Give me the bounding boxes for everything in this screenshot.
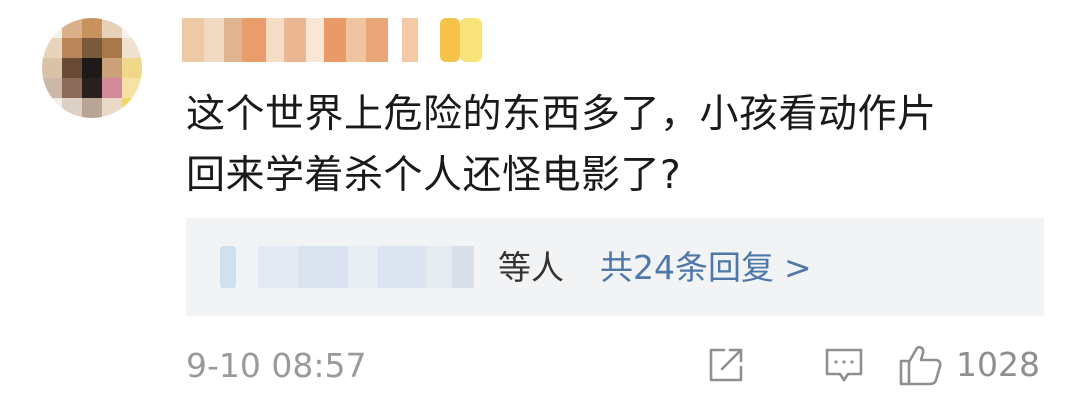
chevron-right-icon: > xyxy=(784,248,812,287)
view-replies-label: 共24条回复 xyxy=(600,248,774,287)
reply-usernames-blurred xyxy=(220,246,490,288)
like-count: 1028 xyxy=(956,345,1040,384)
share-button[interactable] xyxy=(706,340,746,390)
comment-text-line: 回来学着杀个人还怪电影了? xyxy=(186,153,682,198)
view-replies-link[interactable]: 共24条回复 > xyxy=(600,244,812,292)
reply-preview[interactable]: 等人 共24条回复 > xyxy=(186,218,1044,316)
comment-icon xyxy=(825,348,863,382)
share-icon xyxy=(709,348,743,382)
timestamp: 9-10 08:57 xyxy=(186,346,367,385)
thumbs-up-icon xyxy=(899,345,942,386)
username-blurred[interactable] xyxy=(182,18,482,62)
comment-button[interactable] xyxy=(824,340,864,390)
comment-text-line: 这个世界上危险的东西多了，小孩看动作片 xyxy=(186,92,937,137)
avatar[interactable] xyxy=(42,18,142,118)
comment-text: 这个世界上危险的东西多了，小孩看动作片 回来学着杀个人还怪电影了? xyxy=(186,84,1026,206)
like-button[interactable]: 1028 xyxy=(898,340,1040,390)
reply-suffix: 等人 xyxy=(498,248,564,287)
